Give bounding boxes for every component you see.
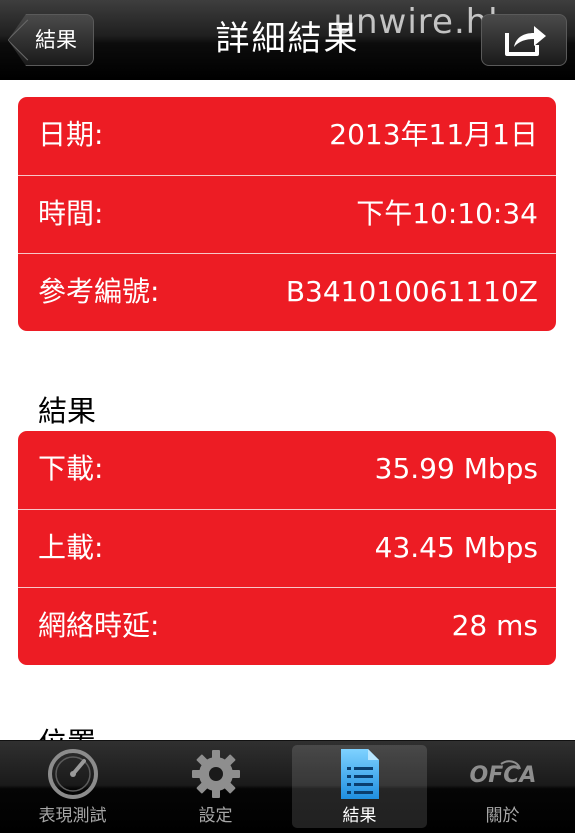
- upload-value: 43.45 Mbps: [374, 531, 538, 564]
- document-list-icon: [340, 749, 379, 799]
- time-label: 時間:: [38, 197, 104, 230]
- share-button[interactable]: [481, 14, 567, 66]
- detail-content[interactable]: 日期: 2013年11月1日 時間: 下午10:10:34 參考編號: B341…: [0, 80, 575, 740]
- download-row: 下載: 35.99 Mbps: [18, 431, 556, 509]
- reference-value: B341010061110Z: [285, 275, 538, 308]
- results-section-header: 結果: [38, 394, 97, 428]
- results-group: 下載: 35.99 Mbps 上載: 43.45 Mbps 網絡時延: 28 m…: [18, 431, 556, 665]
- tab-label: 關於: [485, 806, 520, 826]
- time-row: 時間: 下午10:10:34: [18, 175, 556, 253]
- tab-results[interactable]: 結果: [288, 741, 431, 834]
- reference-label: 參考編號:: [38, 275, 160, 308]
- date-value: 2013年11月1日: [329, 118, 538, 151]
- download-label: 下載:: [38, 452, 104, 485]
- tab-label: 設定: [198, 806, 233, 826]
- tab-performance-test[interactable]: 表現測試: [1, 741, 144, 834]
- share-icon: [505, 26, 546, 56]
- ofca-logo-icon: OFCA: [469, 760, 536, 788]
- location-section-header: 位置: [38, 720, 96, 740]
- svg-text:OFCA: OFCA: [469, 763, 536, 788]
- latency-value: 28 ms: [451, 609, 538, 642]
- date-label: 日期:: [38, 118, 104, 151]
- tab-settings[interactable]: 設定: [144, 741, 287, 834]
- info-group: 日期: 2013年11月1日 時間: 下午10:10:34 參考編號: B341…: [18, 97, 556, 331]
- navigation-bar: 結果 詳細結果 unwire.hk: [0, 0, 575, 80]
- tab-label: 結果: [342, 806, 377, 826]
- reference-row: 參考編號: B341010061110Z: [18, 253, 556, 331]
- time-value: 下午10:10:34: [356, 197, 538, 230]
- latency-row: 網絡時延: 28 ms: [18, 587, 556, 665]
- download-value: 35.99 Mbps: [374, 452, 538, 485]
- latency-label: 網絡時延:: [38, 609, 160, 642]
- tab-label: 表現測試: [38, 806, 107, 826]
- speedometer-icon: [47, 749, 98, 799]
- upload-label: 上載:: [38, 531, 104, 564]
- date-row: 日期: 2013年11月1日: [18, 97, 556, 175]
- gear-icon: [191, 750, 240, 798]
- tab-about[interactable]: OFCA 關於: [431, 741, 574, 834]
- upload-row: 上載: 43.45 Mbps: [18, 509, 556, 587]
- tab-bar: 表現測試 設定 結果 OFCA 關於: [0, 740, 575, 833]
